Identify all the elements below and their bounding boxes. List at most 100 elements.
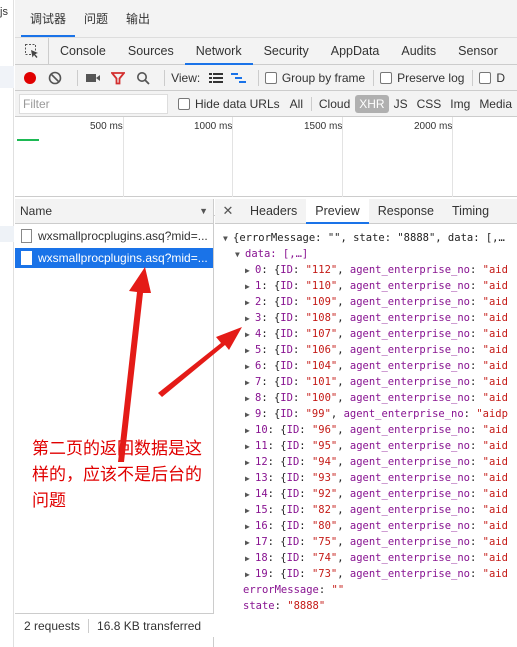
expand-triangle-icon[interactable]: ▶ bbox=[245, 327, 255, 342]
json-item-line[interactable]: ▶ 12: {ID: "94", agent_enterprise_no: "ai… bbox=[223, 454, 517, 470]
hide-data-urls-checkbox[interactable]: Hide data URLs bbox=[177, 97, 280, 111]
expand-triangle-icon[interactable]: ▼ bbox=[223, 231, 233, 246]
filter-type-js[interactable]: JS bbox=[390, 95, 412, 113]
tab-timing[interactable]: Timing bbox=[443, 199, 498, 224]
checkbox-box[interactable] bbox=[380, 71, 393, 84]
json-item-line[interactable]: ▶ 15: {ID: "82", agent_enterprise_no: "ai… bbox=[223, 502, 517, 518]
expand-triangle-icon[interactable]: ▶ bbox=[245, 503, 255, 518]
json-item-line[interactable]: ▶ 8: {ID: "100", agent_enterprise_no: "ai… bbox=[223, 390, 517, 406]
tab-headers[interactable]: Headers bbox=[241, 199, 306, 224]
close-icon[interactable]: ✕ bbox=[215, 203, 241, 219]
tab-appdata[interactable]: AppData bbox=[320, 38, 391, 65]
expand-triangle-icon[interactable]: ▶ bbox=[245, 295, 255, 310]
filter-type-xhr[interactable]: XHR bbox=[355, 94, 389, 113]
json-item-line[interactable]: ▶ 17: {ID: "75", agent_enterprise_no: "ai… bbox=[223, 534, 517, 550]
expand-triangle-icon[interactable]: ▶ bbox=[245, 487, 255, 502]
json-item-line[interactable]: ▶ 7: {ID: "101", agent_enterprise_no: "ai… bbox=[223, 374, 517, 390]
expand-triangle-icon[interactable]: ▶ bbox=[245, 519, 255, 534]
expand-triangle-icon[interactable]: ▶ bbox=[245, 311, 255, 326]
disable-cache-checkbox[interactable]: D bbox=[479, 71, 505, 85]
expand-triangle-icon[interactable]: ▶ bbox=[245, 343, 255, 358]
json-state-line[interactable]: state: "8888" bbox=[223, 598, 517, 614]
expand-triangle-icon[interactable]: ▶ bbox=[245, 439, 255, 454]
expand-triangle-icon[interactable]: ▶ bbox=[245, 423, 255, 438]
json-item-line[interactable]: ▶ 2: {ID: "109", agent_enterprise_no: "ai… bbox=[223, 294, 517, 310]
json-item-line[interactable]: ▶ 6: {ID: "104", agent_enterprise_no: "ai… bbox=[223, 358, 517, 374]
json-punct: : { bbox=[261, 392, 281, 404]
filter-type-media[interactable]: Media bbox=[475, 95, 516, 113]
clear-icon[interactable] bbox=[46, 68, 65, 88]
expand-triangle-icon[interactable]: ▶ bbox=[245, 263, 255, 278]
filter-type-css[interactable]: CSS bbox=[413, 95, 446, 113]
expand-triangle-icon[interactable]: ▶ bbox=[245, 375, 255, 390]
tab-sources[interactable]: Sources bbox=[117, 38, 185, 65]
json-item-index: 17 bbox=[255, 536, 268, 548]
json-item-line[interactable]: ▶ 13: {ID: "93", agent_enterprise_no: "ai… bbox=[223, 470, 517, 486]
waterfall-icon[interactable] bbox=[229, 68, 248, 88]
json-punct: : { bbox=[261, 312, 281, 324]
checkbox-box[interactable] bbox=[264, 71, 277, 84]
expand-triangle-icon[interactable]: ▶ bbox=[245, 535, 255, 550]
json-item-line[interactable]: ▶ 11: {ID: "95", agent_enterprise_no: "ai… bbox=[223, 438, 517, 454]
tab-security[interactable]: Security bbox=[253, 38, 320, 65]
json-item-line[interactable]: ▶ 0: {ID: "112", agent_enterprise_no: "ai… bbox=[223, 262, 517, 278]
filter-input[interactable]: Filter bbox=[19, 93, 168, 114]
tab-network[interactable]: Network bbox=[184, 38, 253, 65]
tab-response[interactable]: Response bbox=[369, 199, 443, 224]
filter-type-all[interactable]: All bbox=[286, 95, 307, 113]
json-item-line[interactable]: ▶ 18: {ID: "74", agent_enterprise_no: "ai… bbox=[223, 550, 517, 566]
json-punct: : bbox=[469, 328, 483, 340]
sort-arrow-icon[interactable]: ▼ bbox=[199, 206, 208, 216]
json-punct: : bbox=[470, 536, 483, 548]
video-camera-icon[interactable] bbox=[84, 68, 103, 88]
group-by-frame-checkbox[interactable]: Group by frame bbox=[264, 71, 365, 85]
json-item-line[interactable]: ▶ 4: {ID: "107", agent_enterprise_no: "ai… bbox=[223, 326, 517, 342]
checkbox-box[interactable] bbox=[479, 71, 492, 84]
inspect-element-icon[interactable] bbox=[15, 37, 49, 65]
expand-triangle-icon[interactable]: ▶ bbox=[245, 567, 255, 582]
json-punct: , bbox=[337, 328, 350, 340]
filter-type-cloud[interactable]: Cloud bbox=[315, 95, 354, 113]
json-punct: : bbox=[292, 408, 306, 420]
json-error-message-line[interactable]: errorMessage: "" bbox=[223, 582, 517, 598]
json-item-line[interactable]: ▶ 5: {ID: "106", agent_enterprise_no: "ai… bbox=[223, 342, 517, 358]
expand-triangle-icon[interactable]: ▼ bbox=[235, 247, 245, 262]
expand-triangle-icon[interactable]: ▶ bbox=[245, 455, 255, 470]
tab-output[interactable]: 输出 bbox=[117, 10, 159, 37]
request-row-selected[interactable]: wxsmallprocplugins.asq?mid=... bbox=[15, 248, 213, 268]
expand-triangle-icon[interactable]: ▶ bbox=[245, 407, 255, 422]
record-icon[interactable] bbox=[21, 68, 40, 88]
json-item-line[interactable]: ▶ 16: {ID: "80", agent_enterprise_no: "ai… bbox=[223, 518, 517, 534]
json-root-line[interactable]: ▼ {errorMessage: "", state: "8888", data:… bbox=[223, 230, 517, 246]
network-overview-timeline[interactable]: 500 ms 1000 ms 1500 ms 2000 ms bbox=[15, 117, 517, 197]
filter-icon[interactable] bbox=[108, 68, 127, 88]
request-list-header[interactable]: Name ▼ bbox=[15, 199, 213, 224]
request-row[interactable]: wxsmallprocplugins.asq?mid=... bbox=[15, 226, 213, 246]
checkbox-box[interactable] bbox=[177, 97, 190, 110]
tab-audits[interactable]: Audits bbox=[390, 38, 447, 65]
json-item-line[interactable]: ▶ 3: {ID: "108", agent_enterprise_no: "ai… bbox=[223, 310, 517, 326]
tab-console[interactable]: Console bbox=[49, 38, 117, 65]
name-column-header[interactable]: Name bbox=[20, 204, 52, 218]
preserve-log-checkbox[interactable]: Preserve log bbox=[380, 71, 464, 85]
expand-triangle-icon[interactable]: ▶ bbox=[245, 359, 255, 374]
filter-type-img[interactable]: Img bbox=[446, 95, 474, 113]
expand-triangle-icon[interactable]: ▶ bbox=[245, 279, 255, 294]
tab-debugger[interactable]: 调试器 bbox=[21, 10, 76, 37]
tab-preview[interactable]: Preview bbox=[306, 198, 369, 224]
search-icon[interactable] bbox=[133, 68, 152, 88]
json-item-line[interactable]: ▶ 9: {ID: "99", agent_enterprise_no: "aid… bbox=[223, 406, 517, 422]
json-data-line[interactable]: ▼ data: [,…] bbox=[223, 246, 517, 262]
tab-sensor[interactable]: Sensor bbox=[447, 38, 509, 65]
json-item-line[interactable]: ▶ 10: {ID: "96", agent_enterprise_no: "ai… bbox=[223, 422, 517, 438]
large-rows-icon[interactable] bbox=[206, 68, 225, 88]
json-item-line[interactable]: ▶ 14: {ID: "92", agent_enterprise_no: "ai… bbox=[223, 486, 517, 502]
expand-triangle-icon[interactable]: ▶ bbox=[245, 471, 255, 486]
expand-triangle-icon[interactable]: ▶ bbox=[245, 551, 255, 566]
json-item-line[interactable]: ▶ 1: {ID: "110", agent_enterprise_no: "ai… bbox=[223, 278, 517, 294]
json-item-line[interactable]: ▶ 19: {ID: "73", agent_enterprise_no: "ai… bbox=[223, 566, 517, 582]
tab-problems[interactable]: 问题 bbox=[75, 10, 117, 37]
json-punct: : bbox=[469, 296, 483, 308]
json-item-key: ID bbox=[286, 536, 300, 548]
expand-triangle-icon[interactable]: ▶ bbox=[245, 391, 255, 406]
